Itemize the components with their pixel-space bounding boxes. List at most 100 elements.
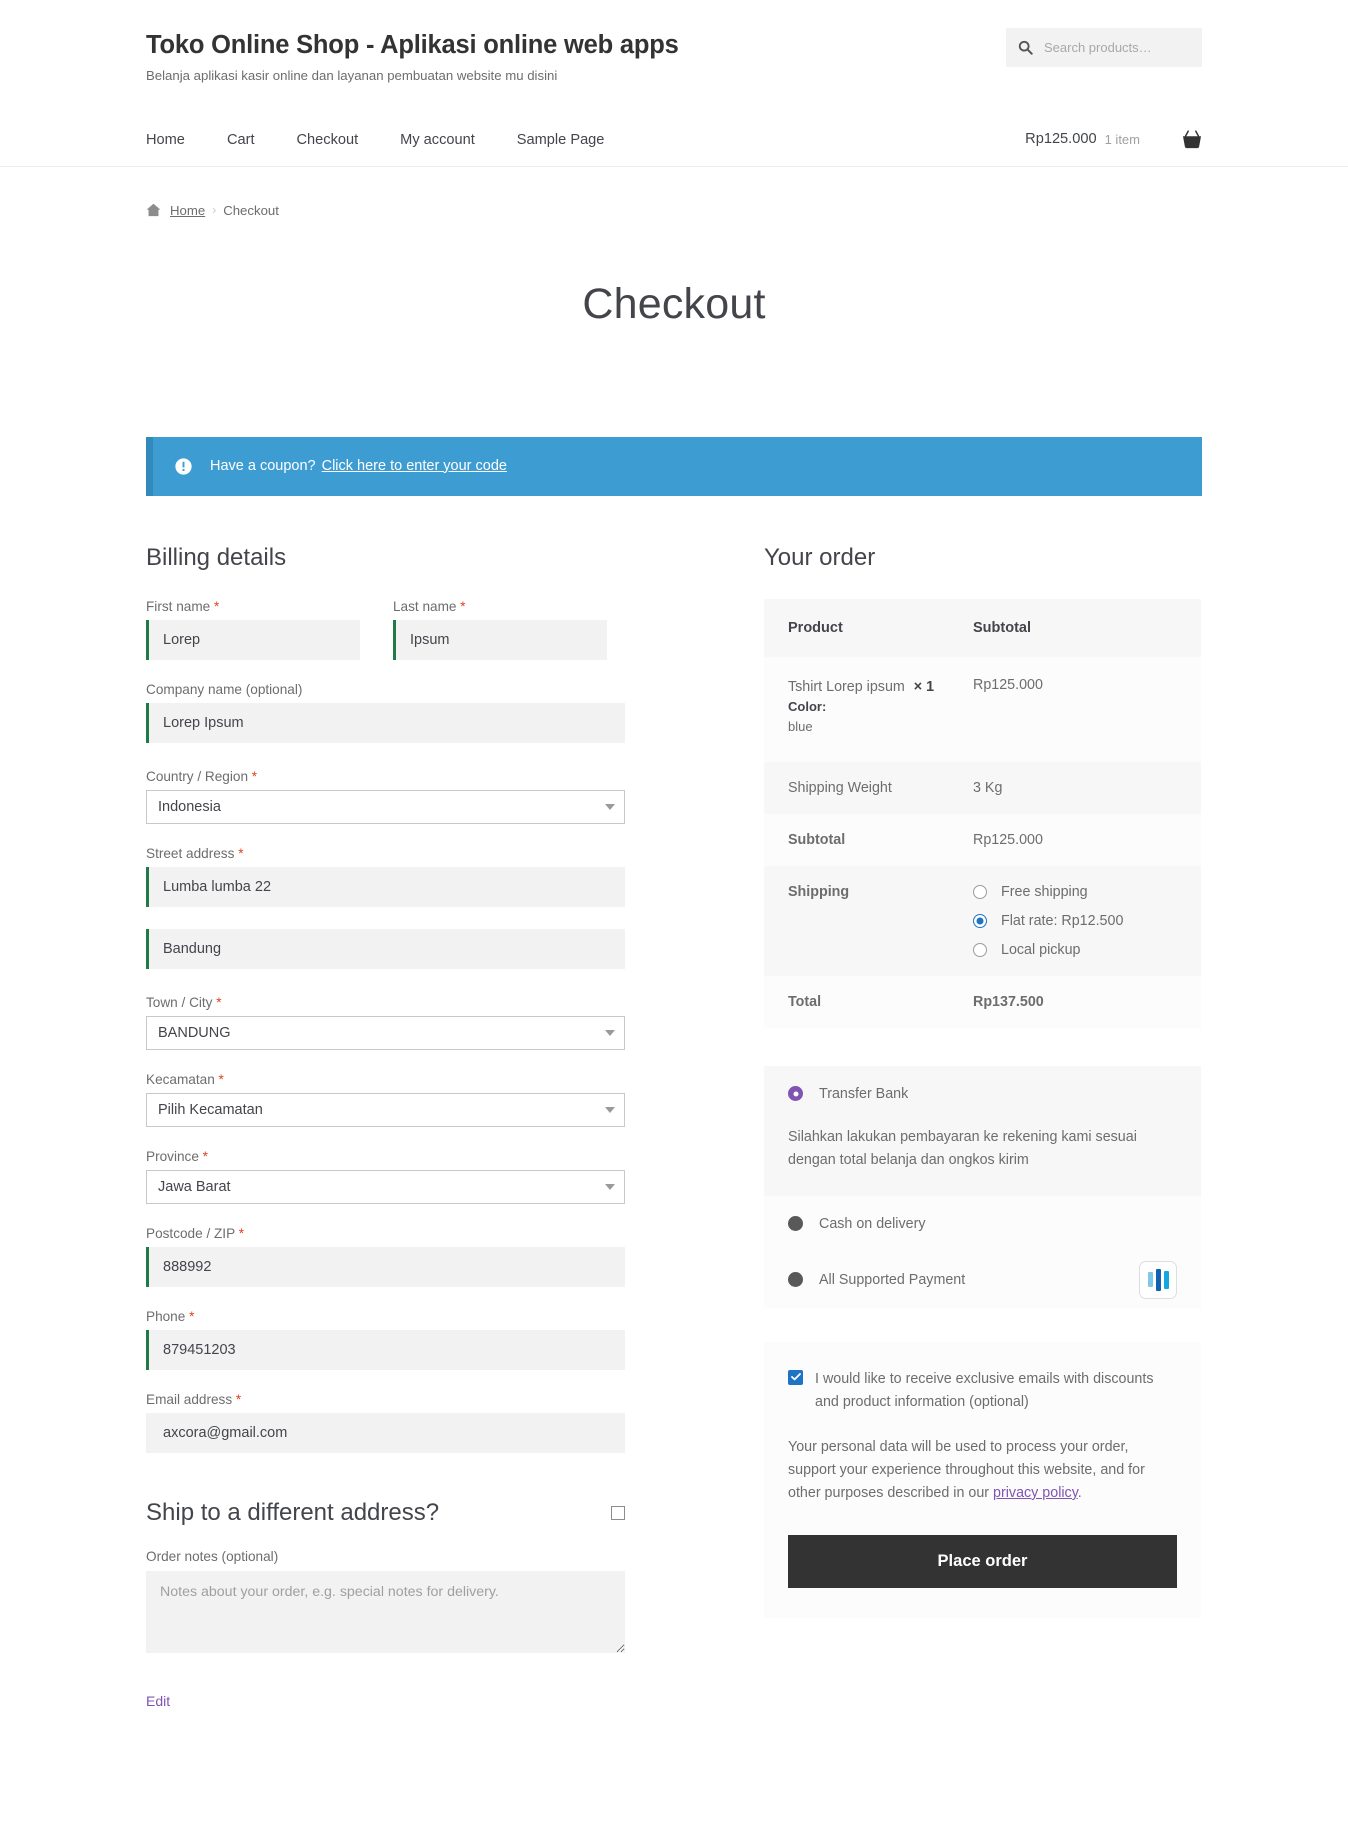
order-col-subtotal: Subtotal [949, 599, 1201, 658]
coupon-toggle-link[interactable]: Click here to enter your code [322, 456, 507, 478]
checkout-page: Toko Online Shop - Aplikasi online web a… [0, 0, 1348, 1710]
order-product-name: Tshirt Lorep ipsum [788, 679, 905, 696]
shopping-basket-icon[interactable] [1182, 130, 1202, 149]
country-select-wrap [146, 790, 625, 825]
logo-bar-right [1163, 1270, 1169, 1289]
nav-link-sample-page[interactable]: Sample Page [517, 132, 605, 148]
logo-bar-center [1155, 1268, 1161, 1291]
company-field: Company name (optional) [146, 682, 625, 744]
city-label-text: Town / City [146, 995, 213, 1011]
edit-link[interactable]: Edit [146, 1693, 170, 1709]
nav-item-checkout[interactable]: Checkout [297, 131, 359, 148]
radio-flat-rate[interactable] [973, 913, 987, 928]
nav-link-my-account[interactable]: My account [400, 132, 475, 148]
order-notes-textarea[interactable] [146, 1571, 625, 1654]
marketing-optin-checkbox[interactable] [788, 1369, 803, 1385]
nav-item-sample-page[interactable]: Sample Page [517, 131, 605, 148]
last-name-field: Last name * [393, 599, 607, 661]
cart-summary[interactable]: Rp125.000 1 item [1025, 130, 1202, 149]
order-product-cell: Tshirt Lorep ipsum × 1 Color: blue [764, 657, 949, 762]
first-name-input[interactable] [146, 620, 360, 661]
marketing-optin-row[interactable]: I would like to receive exclusive emails… [788, 1368, 1177, 1414]
street-address-line2-input[interactable] [146, 929, 625, 970]
ship-to-different-address-title: Ship to a different address? [146, 1499, 440, 1527]
midtrans-logo-icon [1139, 1260, 1177, 1299]
province-label: Province * [146, 1149, 625, 1164]
cart-item-count: 1 item [1104, 131, 1140, 147]
info-icon [175, 458, 192, 475]
last-name-input[interactable] [393, 620, 607, 661]
kecamatan-field: Kecamatan * [146, 1072, 625, 1128]
order-col-product: Product [764, 599, 949, 658]
order-table-body: Tshirt Lorep ipsum × 1 Color: blue Rp125… [764, 657, 1201, 1028]
search-icon [1018, 40, 1033, 55]
place-order-button[interactable]: Place order [788, 1535, 1177, 1589]
nav-link-cart[interactable]: Cart [227, 132, 255, 148]
company-input[interactable] [146, 703, 625, 744]
shipping-method-local-pickup[interactable]: Local pickup [973, 942, 1201, 958]
radio-cash-on-delivery[interactable] [788, 1216, 803, 1232]
radio-transfer-bank[interactable] [788, 1086, 803, 1102]
first-name-label-text: First name [146, 599, 211, 615]
nav-item-home[interactable]: Home [146, 131, 185, 148]
nav-link-checkout[interactable]: Checkout [297, 132, 359, 148]
table-row-subtotal: Subtotal Rp125.000 [764, 813, 1201, 866]
order-column: Your order Product Subtotal Tshirt Lorep… [764, 544, 1201, 1619]
nav-link-home[interactable]: Home [146, 132, 185, 148]
ship-to-different-address-checkbox[interactable] [611, 1506, 625, 1521]
product-search-form[interactable] [1006, 28, 1202, 67]
province-select[interactable] [146, 1170, 625, 1205]
first-name-required-mark: * [214, 599, 220, 615]
shipping-method-free[interactable]: Free shipping [973, 884, 1201, 900]
nav-item-cart[interactable]: Cart [227, 131, 255, 148]
city-label: Town / City * [146, 995, 625, 1010]
shipping-method-label-local-pickup: Local pickup [1001, 941, 1081, 958]
street-address-field: Street address * [146, 846, 625, 908]
street-address-label: Street address * [146, 846, 625, 861]
province-label-text: Province [146, 1149, 199, 1165]
phone-input[interactable] [146, 1330, 625, 1371]
radio-all-supported-payment[interactable] [788, 1272, 803, 1288]
order-notes-field: Order notes (optional) [146, 1549, 711, 1654]
breadcrumb-current: Checkout [223, 202, 279, 218]
country-select[interactable] [146, 790, 625, 825]
email-label: Email address * [146, 1392, 625, 1407]
postcode-label: Postcode / ZIP * [146, 1226, 625, 1241]
order-product-variation: Color: blue [788, 697, 949, 737]
email-label-text: Email address [146, 1392, 233, 1408]
province-required-mark: * [202, 1149, 208, 1165]
shipping-method-flat-rate[interactable]: Flat rate: Rp12.500 [973, 913, 1201, 929]
page-title: Checkout [582, 279, 766, 328]
payment-method-all-supported[interactable]: All Supported Payment [764, 1251, 1201, 1308]
order-table-head: Product Subtotal [764, 599, 1201, 658]
email-input[interactable] [146, 1413, 625, 1454]
order-product-subtotal: Rp125.000 [949, 657, 1201, 762]
name-field-row: First name * Last name * [146, 599, 711, 682]
order-subtotal-value: Rp125.000 [949, 813, 1201, 866]
table-row-total: Total Rp137.500 [764, 975, 1201, 1028]
order-notes-label: Order notes (optional) [146, 1549, 279, 1565]
breadcrumb-link-home[interactable]: Home [170, 203, 205, 218]
city-select[interactable] [146, 1016, 625, 1051]
coupon-notice-text: Have a coupon? [210, 457, 316, 474]
street-address-line2-field [146, 929, 625, 970]
breadcrumb-separator: › [212, 203, 217, 218]
order-total-value: Rp137.500 [949, 975, 1201, 1028]
radio-local-pickup[interactable] [973, 942, 987, 957]
ship-to-different-address-row[interactable]: Ship to a different address? [146, 1499, 625, 1527]
street-address-line1-input[interactable] [146, 867, 625, 908]
kecamatan-select[interactable] [146, 1093, 625, 1128]
order-review-table: Product Subtotal Tshirt Lorep ipsum × 1 … [764, 599, 1201, 1028]
nav-item-my-account[interactable]: My account [400, 131, 475, 148]
city-field: Town / City * [146, 995, 625, 1051]
logo-bar-left [1147, 1272, 1153, 1288]
payment-methods-box: Transfer Bank Silahkan lakukan pembayara… [764, 1065, 1201, 1308]
search-input[interactable] [1042, 39, 1190, 56]
privacy-policy-link[interactable]: privacy policy [993, 1485, 1078, 1501]
payment-method-cash-on-delivery[interactable]: Cash on delivery [764, 1195, 1201, 1252]
payment-method-transfer-bank[interactable]: Transfer Bank [764, 1065, 1201, 1122]
radio-free-shipping[interactable] [973, 884, 987, 899]
site-title: Toko Online Shop - Aplikasi online web a… [146, 31, 679, 59]
country-required-mark: * [251, 769, 258, 785]
postcode-input[interactable] [146, 1247, 625, 1288]
